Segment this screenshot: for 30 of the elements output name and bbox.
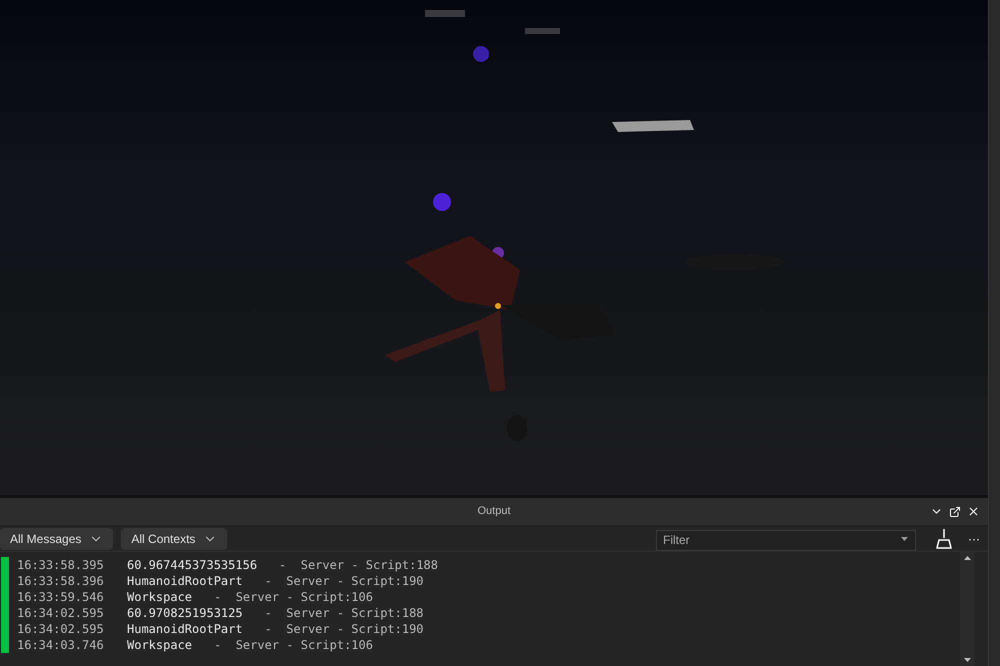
panel-title: Output (477, 504, 511, 520)
timestamp: 16:34:02.595 (17, 605, 105, 621)
timestamp: 16:34:02.595 (17, 621, 105, 637)
message-text: HumanoidRootPart (127, 573, 243, 589)
message-source: - Server - Script:190 (264, 621, 424, 637)
message-text: Workspace (127, 589, 192, 605)
message-source: - Server - Script:188 (279, 557, 438, 573)
timestamp: 16:33:59.546 (17, 589, 105, 605)
close-icon[interactable] (967, 505, 980, 518)
message-filter-dropdown[interactable]: All Messages (0, 528, 114, 550)
message-source: - Server - Script:106 (214, 589, 373, 605)
message-text: 60.9708251953125 (127, 605, 243, 621)
scroll-down-icon[interactable] (964, 658, 970, 662)
dropdown-arrow-icon[interactable] (901, 537, 908, 541)
message-text: 60.967445373535156 (127, 557, 258, 573)
message-source: - Server - Script:188 (264, 605, 424, 621)
timestamp: 16:34:03.746 (17, 637, 105, 653)
undock-icon[interactable] (949, 506, 961, 518)
message-text: Workspace (127, 637, 192, 653)
scroll-up-icon[interactable] (964, 556, 970, 560)
broom-icon[interactable] (936, 528, 952, 548)
context-filter-dropdown[interactable]: All Contexts (121, 528, 228, 550)
scrollbar[interactable] (960, 552, 974, 666)
filter-field[interactable]: Filter (656, 530, 916, 550)
message-text: HumanoidRootPart (127, 621, 243, 637)
message-source: - Server - Script:106 (214, 637, 373, 653)
timestamp: 16:33:58.395 (17, 557, 105, 573)
more-button[interactable]: ··· (968, 530, 980, 548)
timestamp: 16:33:58.396 (17, 573, 105, 589)
message-source: - Server - Script:190 (264, 573, 424, 589)
